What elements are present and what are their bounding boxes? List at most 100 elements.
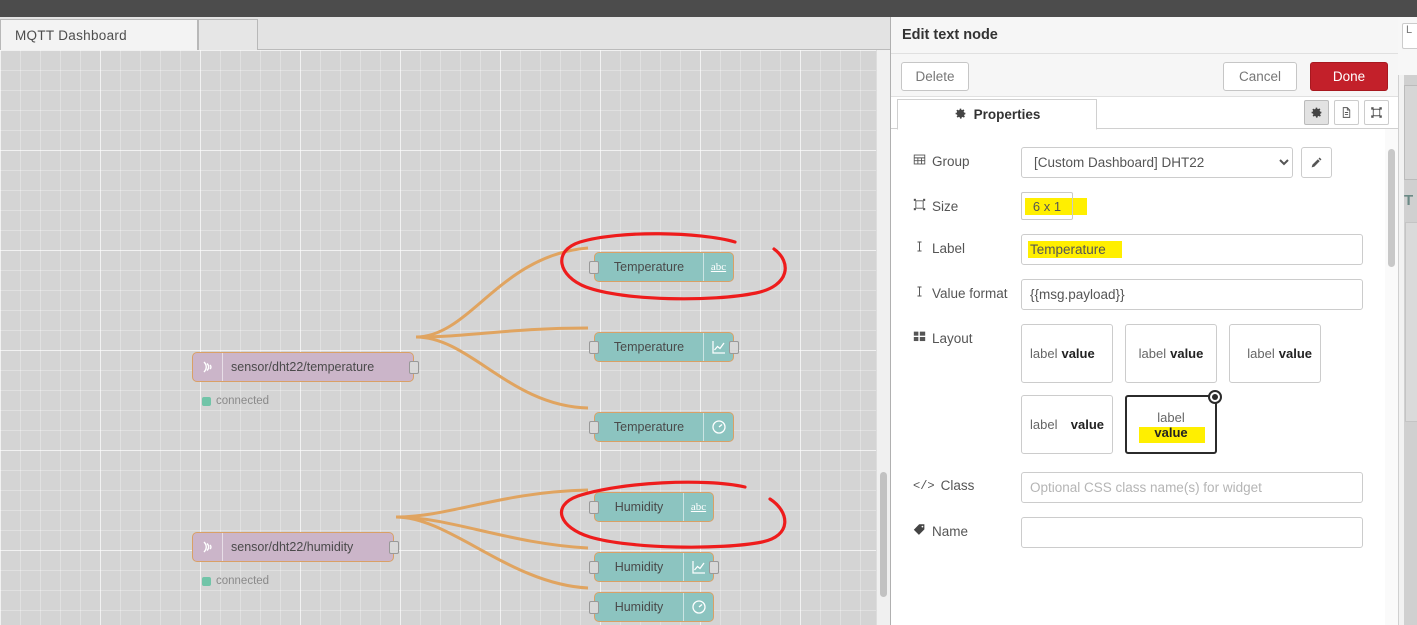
- grid-icon: [913, 330, 926, 346]
- layout-option-left[interactable]: label value: [1021, 324, 1113, 383]
- node-label: Temperature: [613, 260, 685, 274]
- field-label-text: Name: [932, 523, 969, 539]
- node-input-port[interactable]: [589, 341, 599, 354]
- node-mqtt-temperature[interactable]: sensor/dht22/temperature: [192, 352, 419, 382]
- class-input[interactable]: [1021, 472, 1363, 503]
- node-ui-gauge-temperature[interactable]: Temperature: [589, 412, 734, 442]
- field-row-label: Label: [913, 234, 1363, 265]
- abc-icon: abc: [683, 493, 713, 521]
- flow-tab-label: MQTT Dashboard: [15, 27, 127, 43]
- gear-icon: [954, 107, 967, 123]
- layout-option-label: label: [1030, 346, 1058, 361]
- node-ui-chart-temperature[interactable]: Temperature: [589, 332, 739, 362]
- dialog-scrollbar-thumb[interactable]: [1388, 149, 1395, 267]
- node-mqtt-humidity[interactable]: sensor/dht22/humidity: [192, 532, 399, 562]
- dialog-scrollbar[interactable]: [1385, 129, 1398, 625]
- sliver-input-fragment[interactable]: L: [1402, 23, 1417, 49]
- flow-editor: MQTT Dashboard sensor/dht22/temperature …: [0, 17, 890, 625]
- layout-option-center[interactable]: label value: [1125, 324, 1217, 383]
- node-status-mqtt-humidity: connected: [202, 575, 269, 587]
- node-input-port[interactable]: [589, 261, 599, 274]
- flow-tab-add[interactable]: [198, 19, 258, 51]
- edit-group-pencil-button[interactable]: [1301, 147, 1332, 178]
- field-label-text: Value format: [932, 285, 1008, 301]
- node-label: Humidity: [614, 560, 664, 574]
- radio-selected-icon: [1208, 390, 1222, 404]
- status-dot-icon: [202, 396, 211, 406]
- node-input-port[interactable]: [589, 501, 599, 514]
- tab-properties-label: Properties: [973, 107, 1041, 122]
- description-doc-icon-button[interactable]: [1334, 100, 1359, 125]
- node-label: Humidity: [614, 500, 664, 514]
- field-row-class: </> Class: [913, 472, 1363, 503]
- text-cursor-icon: [913, 285, 926, 301]
- node-status-mqtt-temperature: connected: [202, 395, 269, 407]
- gauge-icon: [683, 593, 713, 621]
- mqtt-signal-icon: [193, 353, 223, 381]
- node-input-port[interactable]: [589, 601, 599, 614]
- resize-icon: [913, 198, 926, 214]
- layout-option-right[interactable]: label value: [1229, 324, 1321, 383]
- done-button[interactable]: Done: [1310, 62, 1388, 91]
- node-input-port[interactable]: [589, 561, 599, 574]
- layout-option-value: value: [1278, 346, 1312, 361]
- edit-text-node-dialog: Edit text node Delete Cancel Done Proper…: [890, 17, 1399, 625]
- canvas-scrollbar[interactable]: [876, 50, 890, 625]
- field-label-value-format: Value format: [913, 279, 1021, 301]
- label-input[interactable]: [1021, 234, 1363, 265]
- layout-option-stacked-center[interactable]: label value: [1125, 390, 1222, 454]
- flow-tab-bar: MQTT Dashboard: [0, 17, 890, 51]
- value-format-input[interactable]: [1021, 279, 1363, 310]
- field-row-name: Name: [913, 517, 1363, 548]
- node-label: sensor/dht22/temperature: [231, 360, 375, 374]
- layout-option-value: value: [1070, 417, 1104, 432]
- node-output-port[interactable]: [729, 341, 739, 354]
- node-output-port[interactable]: [389, 541, 399, 554]
- dialog-action-bar: Delete Cancel Done: [891, 54, 1399, 97]
- layout-option-value: value: [1154, 424, 1188, 440]
- gauge-icon: [703, 413, 733, 441]
- node-output-port[interactable]: [409, 361, 419, 374]
- field-row-size: Size 6 x 1: [913, 192, 1363, 220]
- mqtt-signal-icon: [193, 533, 223, 561]
- sliver-panel-fragment: [1404, 85, 1417, 180]
- properties-gear-icon-button[interactable]: [1304, 100, 1329, 125]
- node-ui-text-humidity[interactable]: Humidity abc: [589, 492, 714, 522]
- cancel-button[interactable]: Cancel: [1223, 62, 1297, 91]
- size-button[interactable]: 6 x 1: [1021, 192, 1073, 220]
- field-label-text: Label: [932, 240, 966, 256]
- dialog-title: Edit text node: [891, 17, 1399, 54]
- sliver-card-fragment: [1405, 222, 1417, 422]
- layout-option-label: label: [1030, 417, 1058, 432]
- properties-form: Group [Custom Dashboard] DHT22 Size 6 x …: [891, 129, 1385, 625]
- status-text: connected: [216, 395, 270, 407]
- field-label-text: Size: [932, 198, 959, 214]
- node-ui-text-temperature[interactable]: Temperature abc: [589, 252, 734, 282]
- node-label: Temperature: [613, 420, 685, 434]
- field-label-layout: Layout: [913, 324, 1021, 346]
- group-select[interactable]: [Custom Dashboard] DHT22: [1021, 147, 1293, 178]
- appearance-icon-button[interactable]: [1364, 100, 1389, 125]
- table-icon: [913, 153, 926, 169]
- layout-option-label: label: [1157, 409, 1185, 425]
- node-ui-chart-humidity[interactable]: Humidity: [589, 552, 719, 582]
- status-dot-icon: [202, 576, 211, 586]
- delete-button[interactable]: Delete: [901, 62, 969, 91]
- name-input[interactable]: [1021, 517, 1363, 548]
- node-label: Temperature: [613, 340, 685, 354]
- layout-option-space-between[interactable]: label value: [1021, 395, 1113, 454]
- layout-option-label: label: [1138, 346, 1167, 361]
- field-row-layout: Layout label value label value label val…: [913, 324, 1363, 454]
- window-title-bar: [0, 0, 1417, 17]
- flow-canvas[interactable]: sensor/dht22/temperature connected senso…: [0, 50, 890, 625]
- canvas-scrollbar-thumb[interactable]: [880, 472, 887, 597]
- flow-tab-mqtt-dashboard[interactable]: MQTT Dashboard: [0, 19, 198, 51]
- dialog-tab-strip: Properties: [891, 97, 1399, 130]
- layout-option-value: value: [1061, 346, 1095, 361]
- tab-properties[interactable]: Properties: [897, 99, 1097, 130]
- node-input-port[interactable]: [589, 421, 599, 434]
- text-cursor-icon: [913, 240, 926, 256]
- node-output-port[interactable]: [709, 561, 719, 574]
- flow-wires: [395, 246, 589, 590]
- node-ui-gauge-humidity[interactable]: Humidity: [589, 592, 714, 622]
